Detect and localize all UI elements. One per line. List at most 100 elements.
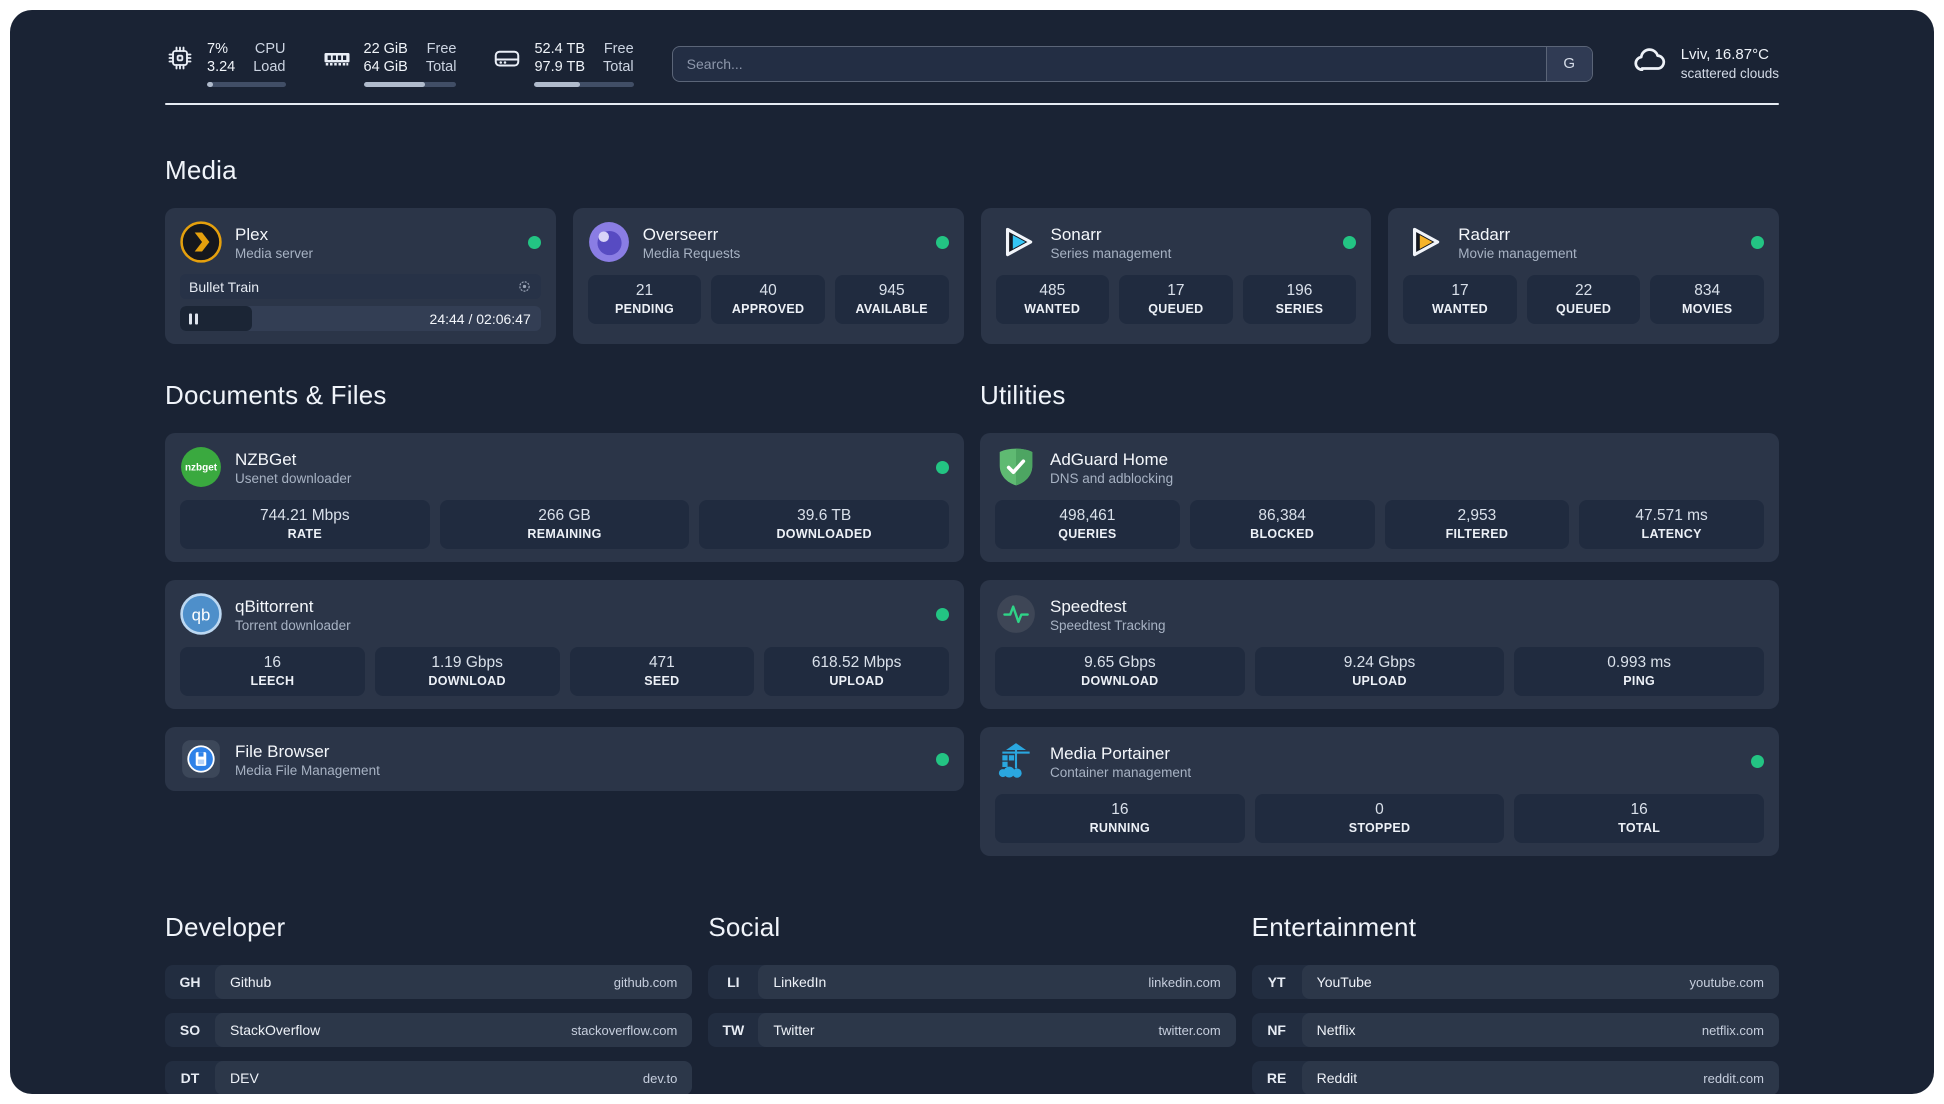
service-title: Sonarr bbox=[1050, 224, 1102, 244]
service-subtitle: Speedtest Tracking bbox=[1050, 617, 1166, 633]
link-abbr: RE bbox=[1266, 1070, 1287, 1087]
stat-tile-ping: 0.993 ms PING bbox=[1514, 647, 1764, 697]
top-bar: 7% 3.24 CPU Load 22 GiB 64 GiB Free Total bbox=[165, 40, 1779, 88]
service-title: File Browser bbox=[235, 741, 330, 761]
service-subtitle: Container management bbox=[1050, 764, 1192, 780]
link-abbr: SO bbox=[179, 1022, 201, 1039]
service-card-speedtest[interactable]: Speedtest Speedtest Tracking 9.65 Gbps DO… bbox=[980, 580, 1779, 710]
stat-tile-approved: 40 APPROVED bbox=[711, 275, 825, 325]
service-card-portainer[interactable]: Media Portainer Container management 16 R… bbox=[980, 727, 1779, 857]
cloud-icon bbox=[1631, 42, 1669, 85]
stat-tile-leech: 16 LEECH bbox=[180, 647, 365, 697]
stat-tile-wanted: 485 WANTED bbox=[995, 275, 1110, 325]
status-dot bbox=[936, 752, 949, 766]
filebrowser-icon bbox=[180, 738, 222, 780]
now-playing-title: Bullet Train bbox=[189, 278, 260, 295]
link-abbr: YT bbox=[1267, 974, 1286, 991]
service-card-overseerr[interactable]: Overseerr Media Requests 21 PENDING 40 APP… bbox=[572, 208, 964, 345]
link-name: DEV bbox=[230, 1070, 259, 1087]
status-dot bbox=[1751, 754, 1764, 768]
link-name: LinkedIn bbox=[773, 974, 827, 991]
section-social: Social LI LinkedIn linkedin.com TW Twitte… bbox=[708, 912, 1236, 1048]
stat-tile-rate: 744.21 Mbps RATE bbox=[180, 500, 430, 550]
nzbget-icon: nzbget bbox=[180, 446, 222, 488]
stat-tile-remaining: 266 GB REMAINING bbox=[439, 500, 690, 550]
service-subtitle: Usenet downloader bbox=[235, 470, 352, 486]
system-stats: 7% 3.24 CPU Load 22 GiB 64 GiB Free Total bbox=[165, 40, 634, 88]
gear-icon[interactable] bbox=[517, 279, 532, 294]
memory-total: 64 GiB bbox=[363, 59, 408, 76]
playback-time: 24:44 / 02:06:47 bbox=[429, 310, 531, 327]
service-title: NZBGet bbox=[235, 449, 297, 469]
section-entertainment: Entertainment YT YouTube youtube.com NF N… bbox=[1251, 912, 1779, 1094]
memory-progress-bar bbox=[363, 82, 457, 88]
search-bar: G bbox=[671, 45, 1593, 82]
service-title: Overseerr bbox=[642, 224, 719, 244]
link-dev[interactable]: DT DEV dev.to bbox=[165, 1061, 693, 1094]
link-url: twitter.com bbox=[1158, 1022, 1221, 1038]
link-twitter[interactable]: TW Twitter twitter.com bbox=[708, 1013, 1236, 1048]
service-subtitle: Movie management bbox=[1458, 245, 1577, 261]
status-dot bbox=[936, 607, 949, 621]
radarr-icon bbox=[1403, 221, 1445, 263]
service-card-plex[interactable]: Plex Media server Bullet Train 24:44 / 0… bbox=[165, 208, 556, 345]
service-card-nzbget[interactable]: nzbget NZBGet Usenet downloader 744.21 M… bbox=[165, 433, 964, 563]
stat-tile-filtered: 2,953 FILTERED bbox=[1384, 500, 1570, 550]
search-engine-button[interactable]: G bbox=[1545, 46, 1592, 81]
link-url: linkedin.com bbox=[1148, 974, 1221, 990]
link-linkedin[interactable]: LI LinkedIn linkedin.com bbox=[708, 965, 1236, 1000]
disk-total: 97.9 TB bbox=[534, 59, 586, 76]
stat-tile-blocked: 86,384 BLOCKED bbox=[1189, 500, 1375, 550]
service-title: qBittorrent bbox=[235, 596, 314, 616]
link-name: Reddit bbox=[1316, 1070, 1358, 1087]
section-utilities: Utilities AdGuard Home DNS and adblockin… bbox=[980, 380, 1779, 857]
status-dot bbox=[935, 235, 949, 249]
link-url: netflix.com bbox=[1701, 1022, 1764, 1038]
link-url: reddit.com bbox=[1703, 1070, 1764, 1086]
cpu-progress-bar bbox=[207, 82, 286, 88]
service-card-radarr[interactable]: Radarr Movie management 17 WANTED 22 QUEUE… bbox=[1388, 208, 1779, 345]
service-subtitle: Series management bbox=[1050, 245, 1172, 261]
service-card-filebrowser[interactable]: File Browser Media File Management bbox=[165, 727, 964, 792]
stat-tile-pending: 21 PENDING bbox=[587, 275, 702, 325]
stat-tile-movies: 834 MOVIES bbox=[1650, 275, 1764, 325]
status-dot bbox=[936, 460, 949, 474]
service-subtitle: DNS and adblocking bbox=[1050, 470, 1174, 486]
service-card-qbittorrent[interactable]: qb qBittorrent Torrent downloader 16 LEEC… bbox=[165, 580, 964, 710]
service-title: Media Portainer bbox=[1050, 743, 1171, 763]
weather-widget[interactable]: Lviv, 16.87°C scattered clouds bbox=[1631, 42, 1779, 85]
link-github[interactable]: GH Github github.com bbox=[165, 965, 693, 1000]
stat-tile-available: 945 AVAILABLE bbox=[834, 275, 949, 325]
playback-progress-bar[interactable]: 24:44 / 02:06:47 bbox=[180, 306, 541, 332]
ram-icon bbox=[322, 43, 352, 73]
stat-tile-download: 1.19 Gbps DOWNLOAD bbox=[374, 647, 560, 697]
stat-tile-stopped: 0 STOPPED bbox=[1254, 794, 1505, 844]
search-input[interactable] bbox=[672, 46, 1546, 81]
pause-icon bbox=[189, 313, 198, 325]
link-netflix[interactable]: NF Netflix netflix.com bbox=[1251, 1013, 1779, 1048]
status-dot bbox=[527, 235, 541, 249]
link-abbr: TW bbox=[722, 1022, 745, 1039]
section-title-media: Media bbox=[165, 155, 237, 186]
link-reddit[interactable]: RE Reddit reddit.com bbox=[1251, 1061, 1779, 1094]
stat-tile-download: 9.65 Gbps DOWNLOAD bbox=[995, 647, 1245, 697]
stat-tile-upload: 9.24 Gbps UPLOAD bbox=[1254, 647, 1505, 697]
memory-free: 22 GiB bbox=[363, 41, 408, 57]
stat-tile-seed: 471 SEED bbox=[569, 647, 755, 697]
weather-location-temp: Lviv, 16.87°C bbox=[1680, 45, 1769, 63]
stat-tile-latency: 47.571 ms LATENCY bbox=[1579, 500, 1764, 550]
service-card-adguard[interactable]: AdGuard Home DNS and adblocking 498,461 Q… bbox=[980, 433, 1779, 563]
link-abbr: GH bbox=[179, 974, 201, 991]
disk-free: 52.4 TB bbox=[534, 41, 586, 57]
memory-stat: 22 GiB 64 GiB Free Total bbox=[322, 40, 457, 88]
dashboard-frame: 7% 3.24 CPU Load 22 GiB 64 GiB Free Total bbox=[10, 10, 1934, 1094]
stat-tile-queries: 498,461 QUERIES bbox=[995, 500, 1180, 550]
link-youtube[interactable]: YT YouTube youtube.com bbox=[1251, 965, 1779, 1000]
stat-tile-downloaded: 39.6 TB DOWNLOADED bbox=[699, 500, 949, 550]
link-url: stackoverflow.com bbox=[571, 1022, 678, 1038]
header-divider bbox=[165, 103, 1779, 106]
section-title-documents: Documents & Files bbox=[165, 380, 387, 411]
link-stackoverflow[interactable]: SO StackOverflow stackoverflow.com bbox=[165, 1013, 693, 1048]
service-card-sonarr[interactable]: Sonarr Series management 485 WANTED 17 QUE… bbox=[980, 208, 1372, 345]
service-subtitle: Media Requests bbox=[642, 245, 741, 261]
